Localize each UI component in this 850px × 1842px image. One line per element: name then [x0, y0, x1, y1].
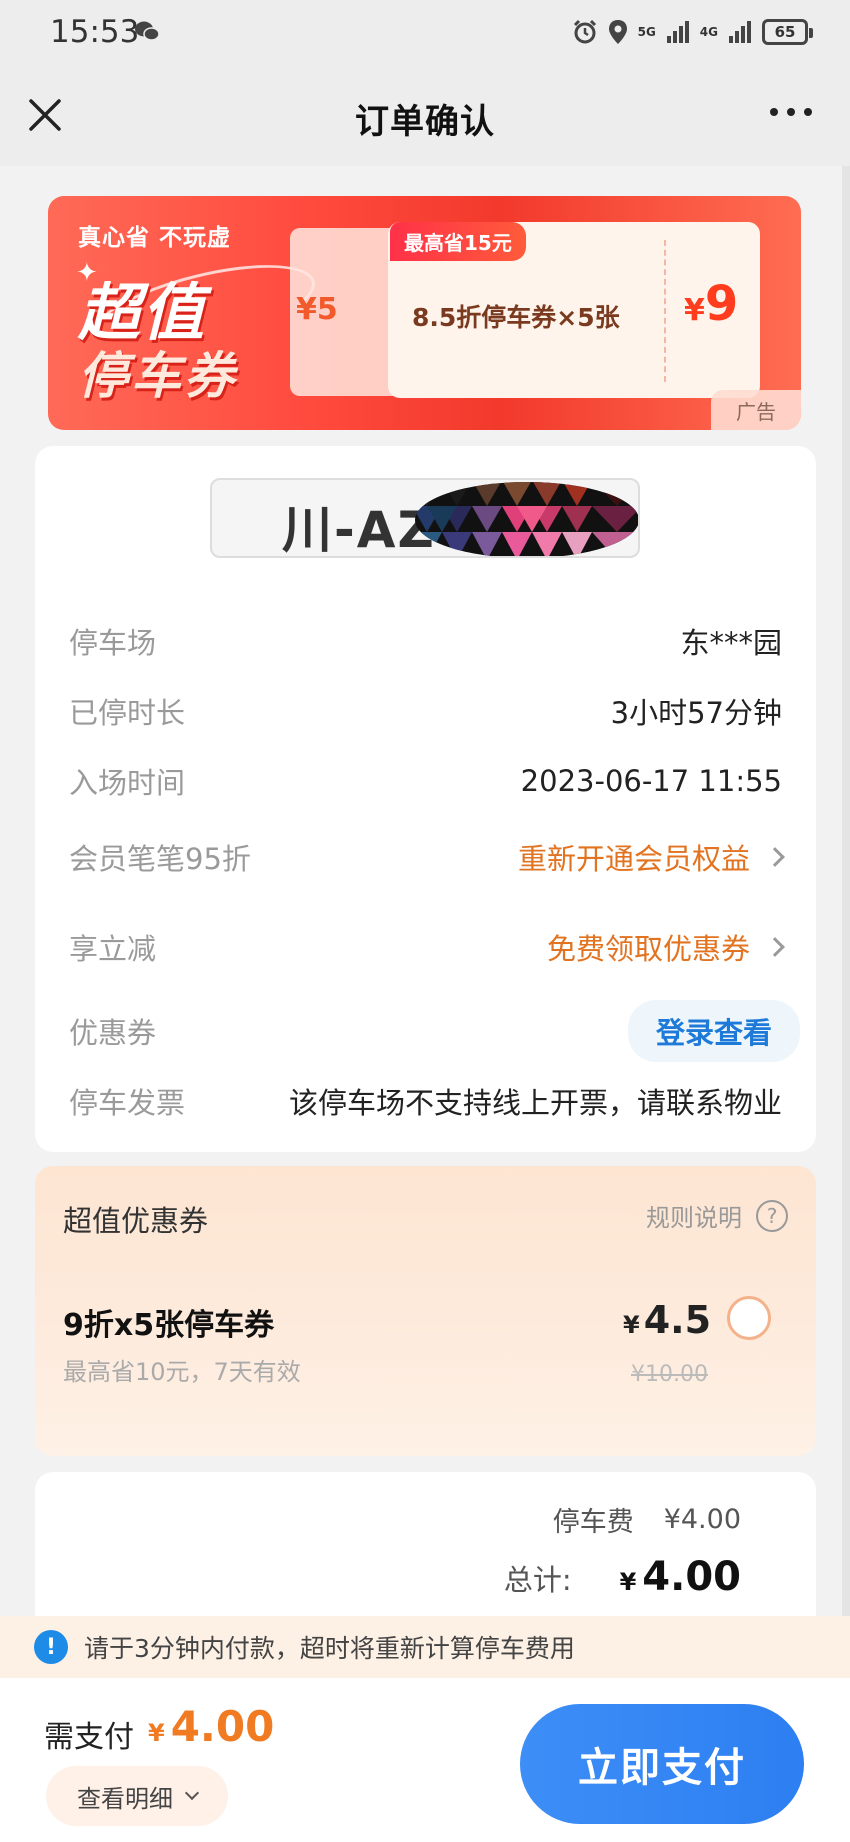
- scrollbar[interactable]: [842, 166, 850, 1616]
- pay-amount: ¥4.00: [148, 1702, 275, 1751]
- member-discount-label: 会员笔笔95折: [69, 842, 251, 876]
- login-view-button[interactable]: 登录查看: [627, 1000, 800, 1062]
- question-icon: ?: [756, 1199, 788, 1232]
- invoice-value: 该停车场不支持线上开票，请联系物业: [288, 1086, 782, 1120]
- coupon-name: 9折x5张停车券: [63, 1308, 275, 1343]
- banner-slogan: 真心省 不玩虚: [78, 225, 232, 251]
- view-details-button[interactable]: 查看明细: [46, 1766, 228, 1826]
- parking-fee-label: 停车费: [552, 1507, 634, 1538]
- signal-5g-label: 5G: [637, 25, 656, 39]
- parking-lot-value: 东***园: [680, 626, 782, 660]
- status-time: 15:53: [50, 14, 140, 50]
- location-icon: [608, 20, 627, 44]
- total-label: 总计:: [503, 1563, 572, 1597]
- info-icon: !: [34, 1630, 68, 1664]
- ticket-price: ¥9: [684, 276, 739, 332]
- coupon-label: 优惠券: [69, 1016, 157, 1050]
- parking-fee-row: 停车费 ¥4.00: [553, 1500, 741, 1539]
- payment-timeout-notice: ! 请于3分钟内付款，超时将重新计算停车费用: [0, 1616, 850, 1678]
- page-title: 订单确认: [355, 102, 495, 142]
- parking-coupon-banner-ad[interactable]: 真心省 不玩虚 ✦ 超值 停车券 ¥5 最高省15元 8.5折停车券×5张 ¥9…: [48, 196, 801, 430]
- coupon-section-title: 超值优惠券: [63, 1204, 209, 1238]
- row-parking-lot: 停车场 东***园: [69, 616, 782, 666]
- pay-now-button[interactable]: 立即支付: [520, 1704, 804, 1824]
- ad-label: 广告: [711, 390, 801, 430]
- alarm-icon: [573, 19, 596, 44]
- banner-subheadline: 停车券: [78, 347, 237, 405]
- total-row: 总计: ¥4.00: [504, 1554, 741, 1600]
- chevron-down-icon: [184, 1785, 200, 1801]
- notice-text: 请于3分钟内付款，超时将重新计算停车费用: [84, 1634, 575, 1663]
- coupon-price: ¥4.5: [623, 1298, 712, 1342]
- row-duration: 已停时长 3小时57分钟: [69, 686, 782, 736]
- back-ticket-text: ¥5: [296, 292, 338, 327]
- signal-icon-2: [729, 21, 751, 43]
- signal-4g-label: 4G: [699, 25, 718, 39]
- status-bar: 15:53 5G 4G 65: [0, 0, 850, 64]
- row-invoice: 停车发票 该停车场不支持线上开票，请联系物业: [69, 1076, 782, 1126]
- status-icons: 5G 4G 65: [572, 18, 813, 46]
- chevron-right-icon: [765, 937, 785, 957]
- license-plate: 川-AZ: [210, 478, 640, 558]
- parking-lot-label: 停车场: [69, 626, 157, 660]
- pay-label: 需支付: [44, 1720, 134, 1755]
- duration-label: 已停时长: [69, 696, 186, 730]
- row-instant-discount[interactable]: 享立减 免费领取优惠券: [69, 922, 785, 972]
- total-value: ¥4.00: [619, 1554, 741, 1600]
- coupon-select-radio[interactable]: [727, 1296, 771, 1340]
- payment-bar: 需支付 ¥4.00 查看明细 立即支付: [0, 1678, 850, 1842]
- chevron-right-icon: [765, 847, 785, 867]
- ticket-divider: [664, 240, 666, 382]
- row-member-discount[interactable]: 会员笔笔95折 重新开通会员权益: [69, 832, 785, 882]
- battery-icon: 65: [762, 19, 813, 45]
- coupon-offer-card: 超值优惠券 规则说明 ? 9折x5张停车券 最高省10元，7天有效 ¥4.5 ¥…: [35, 1166, 816, 1456]
- signal-icon: [666, 21, 689, 43]
- invoice-label: 停车发票: [69, 1086, 186, 1120]
- coupon-description: 最高省10元，7天有效: [63, 1358, 301, 1386]
- instant-discount-label: 享立减: [69, 932, 157, 966]
- coupon-original-price: ¥10.00: [631, 1362, 708, 1387]
- row-coupon: 优惠券 登录查看: [69, 1000, 800, 1062]
- row-entry-time: 入场时间 2023-06-17 11:55: [69, 756, 782, 806]
- claim-coupon-link[interactable]: 免费领取优惠券: [547, 926, 785, 968]
- wechat-icon: [135, 21, 160, 41]
- plate-mosaic-redaction: [415, 482, 638, 556]
- duration-value: 3小时57分钟: [610, 696, 782, 730]
- more-icon[interactable]: [770, 108, 812, 116]
- parking-fee-value: ¥4.00: [663, 1504, 741, 1535]
- entry-time-value: 2023-06-17 11:55: [520, 764, 782, 798]
- title-bar: 订单确认: [0, 64, 850, 166]
- renew-membership-link[interactable]: 重新开通会员权益: [518, 836, 785, 878]
- rules-link[interactable]: 规则说明 ?: [646, 1198, 788, 1233]
- entry-time-label: 入场时间: [69, 766, 186, 800]
- order-info-card: 川-AZ 停车场 东***园 已停时长 3小时57分钟 入场时间 2023-06…: [35, 446, 816, 1152]
- ticket-description: 8.5折停车券×5张: [412, 303, 620, 332]
- max-saving-tag: 最高省15元: [390, 222, 526, 261]
